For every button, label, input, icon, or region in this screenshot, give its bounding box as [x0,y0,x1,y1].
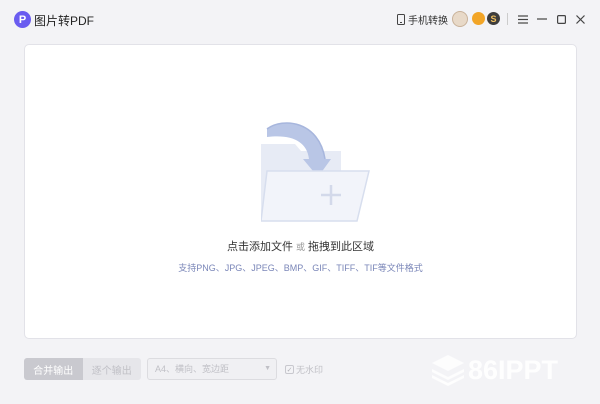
maximize-button[interactable] [552,10,570,28]
output-mode-toggle: 合并输出 逐个输出 [24,358,141,380]
menu-button[interactable] [514,10,532,28]
menu-icon [518,14,528,24]
phone-switch-label: 手机转换 [408,16,448,27]
minimize-icon [537,18,547,20]
drag-here-text: 拖拽到此区域 [308,241,374,253]
checkbox-icon: ✓ [285,365,294,374]
page-settings-select[interactable]: A4、横向、宽边距 ▼ [147,358,277,380]
brand-watermark-text: 86IPPT [468,355,559,385]
phone-switch-button[interactable]: 手机转换 [397,12,448,27]
app-logo-icon: P [14,11,31,28]
no-watermark-label: 无水印 [296,365,324,375]
stack-logo-icon [432,355,464,386]
folder-upload-icon [261,122,370,222]
vip-badge-icon[interactable] [472,12,485,25]
file-drop-zone[interactable]: 点击添加文件或拖拽到此区域 支持PNG、JPG、JPEG、BMP、GIF、TIF… [24,44,577,339]
app-title: 图片转PDF [34,14,95,28]
merge-output-button[interactable]: 合并输出 [24,358,83,380]
drop-instruction: 点击添加文件或拖拽到此区域 [25,238,576,254]
header-divider [507,13,508,25]
coin-badge-icon[interactable]: S [487,12,500,25]
maximize-icon [556,14,566,24]
page-settings-value: A4、横向、宽边距 [155,364,230,374]
close-button[interactable] [571,10,589,28]
minimize-button[interactable] [533,10,551,28]
supported-formats-text: 支持PNG、JPG、JPEG、BMP、GIF、TIFF、TIF等文件格式 [178,263,423,273]
or-text: 或 [295,242,305,252]
close-icon [575,14,585,24]
single-output-button[interactable]: 逐个输出 [82,358,141,380]
avatar[interactable] [452,11,468,27]
click-add-text[interactable]: 点击添加文件 [227,241,293,253]
phone-icon [397,14,405,25]
brand-watermark: 86IPPT [432,355,559,386]
no-watermark-checkbox[interactable]: ✓ 无水印 [285,363,323,376]
title-bar: P 图片转PDF 手机转换 S [0,0,600,38]
dropdown-arrow-icon: ▼ [264,365,271,372]
